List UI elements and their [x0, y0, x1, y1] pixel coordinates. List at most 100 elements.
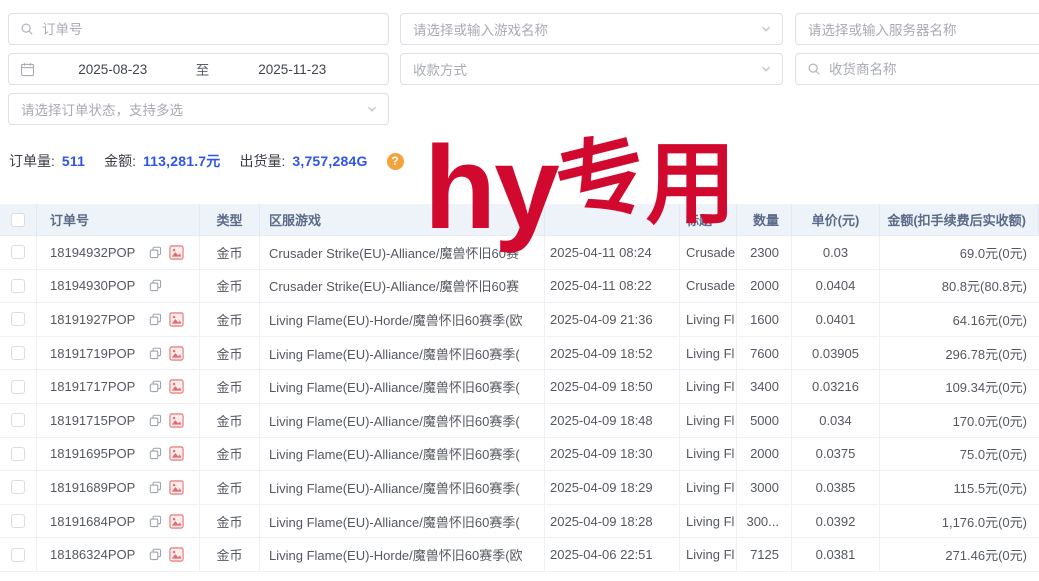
date-range-picker[interactable]: 2025-08-23 至 2025-11-23 [8, 53, 389, 85]
table-row: 18191717POP 金币 Living Flame(EU)-Alliance… [0, 370, 1039, 404]
game-cell: Crusader Strike(EU)-Alliance/魔兽怀旧60赛 [260, 270, 545, 303]
help-icon[interactable]: ? [387, 153, 404, 170]
screenshot-image-icon[interactable] [169, 245, 184, 260]
order-no-text: 18186324POP [50, 547, 135, 562]
game-cell: Living Flame(EU)-Alliance/魔兽怀旧60赛季( [260, 438, 545, 471]
order-icons [149, 514, 184, 529]
screenshot-image-icon[interactable] [169, 480, 184, 495]
game-cell: Crusader Strike(EU)-Alliance/魔兽怀旧60赛 [260, 236, 545, 269]
order-no-cell: 18191719POP [37, 337, 200, 370]
time-cell: 2025-04-09 18:30 [545, 438, 680, 471]
copy-icon[interactable] [149, 347, 162, 360]
screenshot-image-icon[interactable] [169, 346, 184, 361]
time-cell: 2025-04-09 18:29 [545, 471, 680, 504]
screenshot-image-icon[interactable] [169, 514, 184, 529]
order-no-text: 18194932POP [50, 245, 135, 260]
order-number-input[interactable] [8, 13, 389, 45]
copy-icon[interactable] [149, 515, 162, 528]
price-cell: 0.03216 [792, 370, 880, 403]
server-name-select[interactable]: 请选择或输入服务器名称 [795, 13, 1039, 45]
row-checkbox[interactable] [11, 245, 25, 259]
order-icons [149, 547, 184, 562]
order-no-cell: 18191927POP [37, 303, 200, 336]
order-status-select[interactable]: 请选择订单状态，支持多选 [8, 93, 389, 125]
date-end-value[interactable]: 2025-11-23 [223, 62, 363, 77]
order-no-cell: 18194930POP [37, 270, 200, 303]
copy-icon[interactable] [149, 246, 162, 259]
order-number-field[interactable] [42, 22, 388, 37]
time-cell: 2025-04-09 18:52 [545, 337, 680, 370]
row-checkbox[interactable] [11, 413, 25, 427]
screenshot-image-icon[interactable] [169, 379, 184, 394]
copy-icon[interactable] [149, 380, 162, 393]
game-cell: Living Flame(EU)-Alliance/魔兽怀旧60赛季( [260, 505, 545, 538]
chevron-down-icon [760, 63, 772, 75]
order-count-label: 订单量: [9, 151, 55, 171]
row-checkbox-cell [0, 370, 37, 403]
time-cell: 2025-04-09 18:50 [545, 370, 680, 403]
order-count-value: 511 [62, 153, 85, 169]
date-start-value[interactable]: 2025-08-23 [43, 62, 183, 77]
order-icons [149, 279, 162, 292]
order-icons [149, 245, 184, 260]
type-cell: 金币 [200, 505, 260, 538]
row-checkbox[interactable] [11, 548, 25, 562]
row-checkbox-cell [0, 270, 37, 303]
row-checkbox[interactable] [11, 346, 25, 360]
order-no-text: 18191719POP [50, 346, 135, 361]
amount-cell: 109.34元(0元) [880, 370, 1039, 403]
amount-value: 113,281.7元 [143, 151, 221, 171]
row-checkbox[interactable] [11, 279, 25, 293]
copy-icon[interactable] [149, 481, 162, 494]
qty-cell: 5000 [737, 404, 792, 437]
row-checkbox[interactable] [11, 447, 25, 461]
receiver-name-field[interactable] [829, 62, 1039, 77]
date-separator: 至 [183, 59, 223, 79]
title-cell: Living Fl [680, 337, 737, 370]
select-all-checkbox[interactable] [11, 213, 25, 227]
row-checkbox[interactable] [11, 514, 25, 528]
game-cell: Living Flame(EU)-Horde/魔兽怀旧60赛季(欧 [260, 538, 545, 571]
screenshot-image-icon[interactable] [169, 312, 184, 327]
row-checkbox-cell [0, 505, 37, 538]
payment-method-select[interactable]: 收款方式 [400, 53, 783, 85]
order-no-text: 18194930POP [50, 278, 135, 293]
order-icons [149, 379, 184, 394]
qty-cell: 300... [737, 505, 792, 538]
screenshot-image-icon[interactable] [169, 446, 184, 461]
order-no-text: 18191684POP [50, 514, 135, 529]
qty-cell: 2300 [737, 236, 792, 269]
title-cell: Living Fl [680, 538, 737, 571]
row-checkbox[interactable] [11, 480, 25, 494]
row-checkbox-cell [0, 471, 37, 504]
time-cell: 2025-04-09 18:28 [545, 505, 680, 538]
screenshot-image-icon[interactable] [169, 413, 184, 428]
time-cell: 2025-04-06 22:51 [545, 538, 680, 571]
receiver-name-input[interactable] [795, 53, 1039, 85]
price-cell: 0.03905 [792, 337, 880, 370]
order-no-cell: 18191695POP [37, 438, 200, 471]
copy-icon[interactable] [149, 313, 162, 326]
row-checkbox-cell [0, 337, 37, 370]
copy-icon[interactable] [149, 414, 162, 427]
copy-icon[interactable] [149, 548, 162, 561]
amount-cell: 64.16元(0元) [880, 303, 1039, 336]
copy-icon[interactable] [149, 447, 162, 460]
row-checkbox[interactable] [11, 312, 25, 326]
row-checkbox-cell [0, 438, 37, 471]
order-no-text: 18191715POP [50, 413, 135, 428]
table-header-row: 订单号 类型 区服游戏 标题 数量 单价(元) 金额(扣手续费后实收额) [0, 204, 1039, 236]
chevron-down-icon [760, 23, 772, 35]
row-checkbox[interactable] [11, 380, 25, 394]
game-name-select[interactable]: 请选择或输入游戏名称 [400, 13, 783, 45]
qty-cell: 3000 [737, 471, 792, 504]
order-icons [149, 413, 184, 428]
title-cell: Living Fl [680, 505, 737, 538]
table-row: 18191927POP 金币 Living Flame(EU)-Horde/魔兽… [0, 303, 1039, 337]
price-cell: 0.034 [792, 404, 880, 437]
screenshot-image-icon[interactable] [169, 547, 184, 562]
time-cell: 2025-04-09 18:48 [545, 404, 680, 437]
copy-icon[interactable] [149, 279, 162, 292]
type-cell: 金币 [200, 236, 260, 269]
order-status-placeholder: 请选择订单状态，支持多选 [9, 99, 183, 119]
